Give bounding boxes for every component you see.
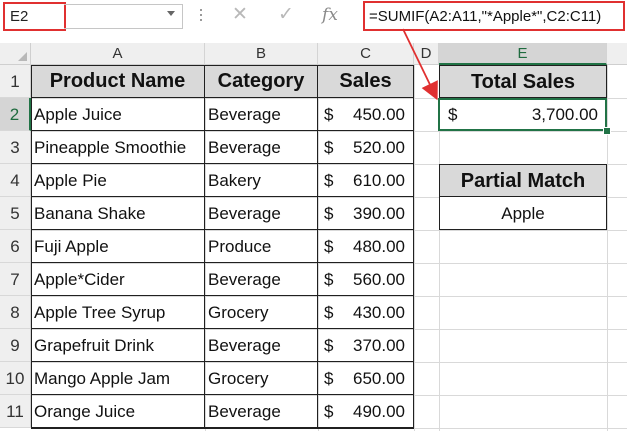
sales-amount: 650.00 [353, 369, 405, 388]
cell-sales[interactable]: $450.00 [318, 98, 414, 131]
cell-product[interactable]: Pineapple Smoothie [31, 131, 205, 164]
cell-sales[interactable]: $490.00 [318, 395, 414, 428]
column-header-next[interactable] [607, 43, 627, 65]
header-product-name[interactable]: Product Name [31, 65, 205, 98]
active-cell-outline [438, 98, 607, 131]
sales-amount: 610.00 [353, 171, 405, 190]
row-header-1[interactable]: 1 [0, 65, 31, 98]
gridline [31, 428, 627, 429]
insert-function-icon[interactable]: fx [318, 3, 342, 27]
name-box-extension[interactable] [64, 4, 183, 29]
name-box-value: E2 [10, 8, 29, 25]
total-sales-header[interactable]: Total Sales [439, 65, 607, 98]
sales-amount: 480.00 [353, 237, 405, 256]
gridline [414, 65, 415, 431]
currency-symbol: $ [324, 237, 334, 256]
cell-category[interactable]: Bakery [205, 164, 318, 197]
cell-sales[interactable]: $480.00 [318, 230, 414, 263]
checkmark-icon[interactable]: ✓ [274, 3, 298, 27]
row-header-5[interactable]: 5 [0, 197, 31, 230]
row-header-9[interactable]: 9 [0, 329, 31, 362]
cell-category[interactable]: Produce [205, 230, 318, 263]
cell-product[interactable]: Grapefruit Drink [31, 329, 205, 362]
currency-symbol: $ [324, 336, 334, 355]
name-box[interactable]: E2 [3, 2, 66, 31]
drag-handle-icon[interactable] [199, 6, 203, 26]
currency-symbol: $ [324, 270, 334, 289]
gridline [607, 65, 608, 431]
formula-text: =SUMIF(A2:A11,"*Apple*",C2:C11) [369, 8, 602, 25]
row-header-3[interactable]: 3 [0, 131, 31, 164]
cell-category[interactable]: Beverage [205, 131, 318, 164]
sales-amount: 370.00 [353, 336, 405, 355]
row-header-10[interactable]: 10 [0, 362, 31, 395]
cell-sales[interactable]: $390.00 [318, 197, 414, 230]
column-header-c[interactable]: C [318, 43, 414, 65]
column-header-b[interactable]: B [205, 43, 318, 65]
sales-amount: 430.00 [353, 303, 405, 322]
cell-product[interactable]: Fuji Apple [31, 230, 205, 263]
cell-category[interactable]: Beverage [205, 197, 318, 230]
cell-product[interactable]: Apple Tree Syrup [31, 296, 205, 329]
sales-amount: 390.00 [353, 204, 405, 223]
sales-amount: 450.00 [353, 105, 405, 124]
currency-symbol: $ [324, 204, 334, 223]
column-header-a[interactable]: A [31, 43, 205, 65]
column-header-d[interactable]: D [414, 43, 439, 65]
formula-bar: E2 ✕ ✓ fx =SUMIF(A2:A11,"*Apple*",C2:C11… [0, 0, 627, 33]
spreadsheet-grid[interactable]: A B C D E 1 2 3 4 5 6 7 8 9 10 11 Produc… [0, 33, 627, 431]
cell-sales[interactable]: $560.00 [318, 263, 414, 296]
formula-input[interactable]: =SUMIF(A2:A11,"*Apple*",C2:C11) [363, 1, 625, 31]
partial-match-cell[interactable]: Apple [439, 197, 607, 230]
fill-handle[interactable] [603, 127, 611, 135]
cell-sales[interactable]: $520.00 [318, 131, 414, 164]
sales-amount: 560.00 [353, 270, 405, 289]
currency-symbol: $ [324, 171, 334, 190]
row-header-4[interactable]: 4 [0, 164, 31, 197]
cell-product[interactable]: Apple Pie [31, 164, 205, 197]
cell-product[interactable]: Orange Juice [31, 395, 205, 428]
cell-category[interactable]: Beverage [205, 329, 318, 362]
cell-product[interactable]: Banana Shake [31, 197, 205, 230]
cell-product[interactable]: Mango Apple Jam [31, 362, 205, 395]
sales-amount: 490.00 [353, 402, 405, 421]
row-header-6[interactable]: 6 [0, 230, 31, 263]
column-header-e[interactable]: E [439, 43, 607, 65]
cell-category[interactable]: Grocery [205, 362, 318, 395]
row-header-8[interactable]: 8 [0, 296, 31, 329]
cell-category[interactable]: Beverage [205, 98, 318, 131]
currency-symbol: $ [324, 303, 334, 322]
cell-sales[interactable]: $610.00 [318, 164, 414, 197]
chevron-down-icon[interactable] [167, 11, 175, 16]
cell-category[interactable]: Beverage [205, 263, 318, 296]
currency-symbol: $ [324, 402, 334, 421]
header-sales[interactable]: Sales [318, 65, 414, 98]
cell-product[interactable]: Apple Juice [31, 98, 205, 131]
currency-symbol: $ [324, 138, 334, 157]
row-header-7[interactable]: 7 [0, 263, 31, 296]
cell-category[interactable]: Beverage [205, 395, 318, 428]
cell-sales[interactable]: $370.00 [318, 329, 414, 362]
partial-match-header[interactable]: Partial Match [439, 164, 607, 197]
cell-category[interactable]: Grocery [205, 296, 318, 329]
cancel-icon[interactable]: ✕ [228, 3, 252, 27]
header-category[interactable]: Category [205, 65, 318, 98]
row-header-2[interactable]: 2 [0, 98, 31, 131]
currency-symbol: $ [324, 105, 334, 124]
select-all-corner[interactable] [0, 43, 31, 65]
currency-symbol: $ [324, 369, 334, 388]
sales-amount: 520.00 [353, 138, 405, 157]
cell-sales[interactable]: $430.00 [318, 296, 414, 329]
row-header-11[interactable]: 11 [0, 395, 31, 428]
cell-sales[interactable]: $650.00 [318, 362, 414, 395]
cell-product[interactable]: Apple*Cider [31, 263, 205, 296]
